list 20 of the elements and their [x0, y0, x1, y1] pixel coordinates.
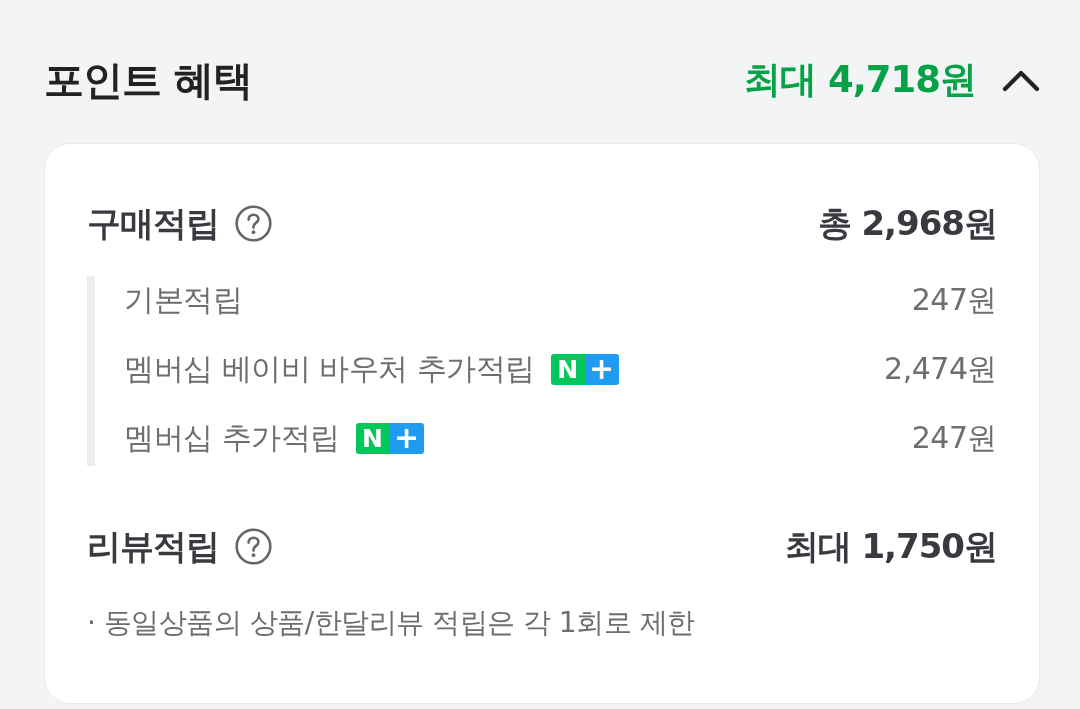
chevron-up-icon[interactable]: [1002, 68, 1040, 92]
breakdown-amount: 247원: [911, 281, 997, 319]
note-text: · 동일상품의 상품/한달리뷰 적립은 각 1회로 제한: [87, 605, 696, 641]
help-icon: [235, 527, 272, 565]
breakdown-label: 기본적립: [124, 281, 242, 319]
help-icon: [235, 204, 272, 242]
category-amount: 총 2,968원: [817, 202, 997, 245]
points-total: 최대 4,718원: [744, 57, 976, 103]
breakdown-amount: 247원: [911, 419, 997, 457]
category-title: 리뷰적립: [87, 525, 219, 568]
membership-mark-letter: N: [355, 422, 390, 454]
membership-mark-plus: +: [584, 353, 619, 385]
membership-mark-letter: N: [550, 353, 585, 385]
category-title: 구매적립: [87, 202, 219, 245]
breakdown-label: 멤버십 추가적립: [124, 419, 340, 457]
category-amount: 최대 1,750원: [784, 525, 997, 568]
section-title: 포인트 혜택: [44, 56, 253, 104]
membership-mark-plus: +: [389, 422, 424, 454]
breakdown-amount: 2,474원: [884, 350, 997, 388]
breakdown-label: 멤버십 베이비 바우처 추가적립: [124, 350, 535, 388]
